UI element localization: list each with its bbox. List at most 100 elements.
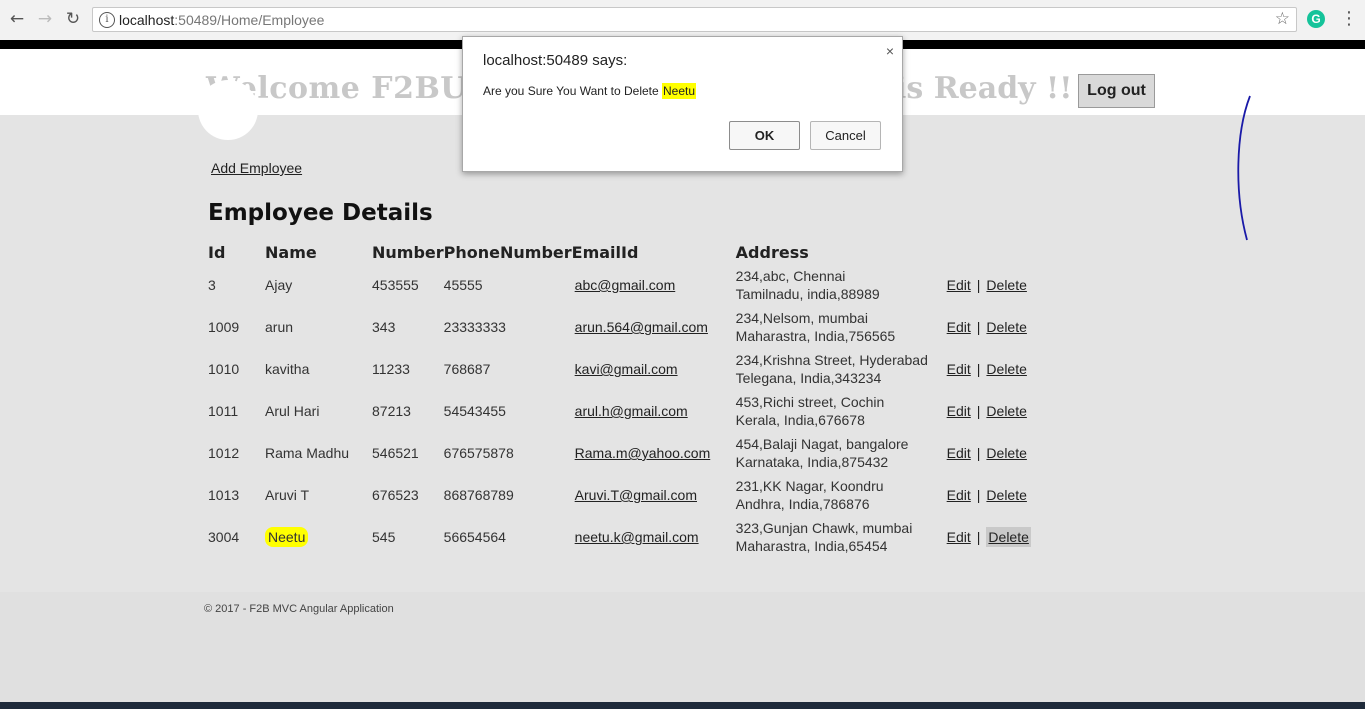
column-header-number: Number: [372, 242, 444, 262]
add-employee-link[interactable]: Add Employee: [211, 160, 302, 176]
cell-actions: Edit | Delete: [947, 474, 1057, 516]
column-header-address: Address: [735, 242, 809, 262]
cell-id: 1010: [208, 361, 240, 377]
address-line-1: 453,Richi street, Cochin: [735, 394, 885, 410]
cell-address: 234,Nelsom, mumbai Maharastra, India,7565…: [736, 306, 947, 348]
cell-id: 1011: [208, 403, 239, 419]
cell-phone: 56654564: [443, 529, 506, 545]
dialog-message-name: Neetu: [662, 83, 697, 99]
table-row: 1013 Aruvi T 676523 868768789 Aruvi.T@gmail.…: [208, 474, 1057, 516]
cell-name: Aruvi T: [265, 487, 310, 503]
dialog-title: localhost:50489 says:: [483, 52, 628, 69]
delete-link[interactable]: Delete: [986, 319, 1026, 335]
delete-link[interactable]: Delete: [986, 277, 1026, 293]
cell-name: Rama Madhu: [265, 445, 350, 461]
row-actions: Edit | Delete: [947, 487, 1027, 503]
cell-name: Neetu: [265, 516, 372, 558]
forward-arrow-icon[interactable]: →: [34, 8, 56, 30]
edit-link[interactable]: Edit: [947, 277, 971, 293]
cell-address: 323,Gunjan Chawk, mumbai Maharastra, Indi…: [736, 516, 947, 558]
address-line-2: Karnataka, India,875432: [735, 454, 889, 470]
edit-link[interactable]: Edit: [947, 319, 971, 335]
edit-link[interactable]: Edit: [947, 403, 971, 419]
cell-id: 3004: [208, 529, 240, 545]
address-block: 453,Richi street, Cochin Kerala, India,67…: [736, 393, 947, 429]
address-line-2: Andhra, India,786876: [735, 496, 870, 512]
row-actions: Edit | Delete: [947, 319, 1027, 335]
table-header-row: Id Name Number PhoneNumber EmailId Addre…: [208, 240, 1057, 264]
column-header-id: Id: [208, 242, 226, 262]
delete-link[interactable]: Delete: [986, 487, 1026, 503]
confirm-dialog: localhost:50489 says: × Are you Sure You…: [462, 36, 903, 172]
edit-link[interactable]: Edit: [947, 445, 971, 461]
welcome-heading-tail: is Ready !!: [895, 71, 1073, 106]
cell-name: arun: [265, 319, 294, 335]
cancel-button[interactable]: Cancel: [810, 121, 881, 150]
grammarly-extension-icon[interactable]: G: [1307, 10, 1325, 28]
browser-toolbar: ← → ↻ i localhost:50489/Home/Employee ☆ …: [0, 0, 1365, 41]
cell-actions: Edit | Delete: [947, 390, 1057, 432]
cell-email: Rama.m@yahoo.com: [572, 432, 736, 474]
delete-link[interactable]: Delete: [986, 361, 1026, 377]
action-separator: |: [976, 319, 981, 335]
delete-link[interactable]: Delete: [986, 445, 1026, 461]
reload-icon[interactable]: ↻: [62, 8, 84, 30]
page-title: Employee Details: [208, 200, 433, 226]
action-separator: |: [976, 403, 981, 419]
logout-button[interactable]: Log out: [1078, 74, 1155, 108]
email-link[interactable]: arul.h@gmail.com: [575, 403, 688, 419]
action-separator: |: [976, 487, 981, 503]
row-actions: Edit | Delete: [947, 277, 1027, 293]
address-line-2: Tamilnadu, india,88989: [735, 286, 880, 302]
dialog-message: Are you Sure You Want to Delete Neetu: [483, 83, 697, 99]
back-arrow-icon[interactable]: ←: [6, 8, 28, 30]
email-link[interactable]: abc@gmail.com: [575, 277, 676, 293]
cell-phone: 54543455: [443, 403, 506, 419]
email-link[interactable]: Rama.m@yahoo.com: [575, 445, 711, 461]
dialog-message-text: Are you Sure You Want to Delete: [483, 84, 659, 98]
email-link[interactable]: Aruvi.T@gmail.com: [575, 487, 697, 503]
email-link[interactable]: neetu.k@gmail.com: [575, 529, 699, 545]
address-block: 454,Balaji Nagat, bangalore Karnataka, In…: [736, 435, 947, 471]
cell-phone: 868768789: [443, 487, 514, 503]
logo-circle: [198, 80, 258, 140]
delete-link[interactable]: Delete: [986, 527, 1031, 547]
row-actions: Edit | Delete: [947, 527, 1031, 547]
cell-number: 545: [372, 529, 396, 545]
delete-link[interactable]: Delete: [986, 403, 1026, 419]
close-icon[interactable]: ×: [886, 43, 894, 59]
address-bar[interactable]: i localhost:50489/Home/Employee ☆: [92, 7, 1297, 32]
highlighted-name: Neetu: [265, 527, 309, 547]
edit-link[interactable]: Edit: [947, 361, 971, 377]
bookmark-star-icon[interactable]: ☆: [1275, 9, 1290, 29]
address-line-1: 234,Nelsom, mumbai: [735, 310, 868, 326]
cell-id: 1013: [208, 487, 240, 503]
cell-email: arun.564@gmail.com: [572, 306, 736, 348]
action-separator: |: [976, 445, 981, 461]
table-row: 1009 arun 343 23333333 arun.564@gmail.com 234…: [208, 306, 1057, 348]
address-line-1: 454,Balaji Nagat, bangalore: [735, 436, 909, 452]
browser-menu-icon[interactable]: ⋮: [1340, 8, 1358, 30]
cell-address: 454,Balaji Nagat, bangalore Karnataka, In…: [736, 432, 947, 474]
ok-button[interactable]: OK: [729, 121, 800, 150]
edit-link[interactable]: Edit: [947, 529, 971, 545]
address-line-1: 323,Gunjan Chawk, mumbai: [735, 520, 913, 536]
email-link[interactable]: arun.564@gmail.com: [575, 319, 708, 335]
edit-link[interactable]: Edit: [947, 487, 971, 503]
address-block: 234,abc, Chennai Tamilnadu, india,88989: [736, 267, 947, 303]
cell-number: 546521: [372, 445, 419, 461]
table-row: 1012 Rama Madhu 546521 676575878 Rama.m@yaho…: [208, 432, 1057, 474]
cell-actions: Edit | Delete: [947, 264, 1057, 306]
url-text[interactable]: localhost:50489/Home/Employee: [119, 12, 324, 28]
row-actions: Edit | Delete: [947, 361, 1027, 377]
cell-email: abc@gmail.com: [572, 264, 736, 306]
table-row: 3004 Neetu 545 56654564 neetu.k@gmail.com 323…: [208, 516, 1057, 558]
email-link[interactable]: kavi@gmail.com: [575, 361, 678, 377]
cell-actions: Edit | Delete: [947, 348, 1057, 390]
cell-actions: Edit | Delete: [947, 516, 1057, 558]
table-row: 1011 Arul Hari 87213 54543455 arul.h@gmail.c…: [208, 390, 1057, 432]
info-icon[interactable]: i: [99, 12, 115, 28]
action-separator: |: [976, 361, 981, 377]
address-block: 323,Gunjan Chawk, mumbai Maharastra, Indi…: [736, 519, 947, 555]
address-line-2: Maharastra, India,65454: [735, 538, 888, 554]
